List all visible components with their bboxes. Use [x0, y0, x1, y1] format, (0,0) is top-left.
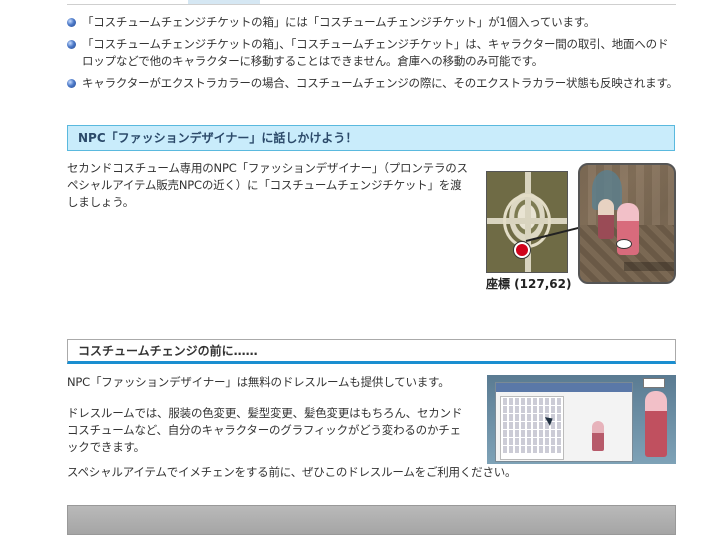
- blue-dot-icon: [67, 40, 76, 49]
- tab-bar-border: [67, 0, 676, 5]
- town-map-image: [486, 171, 568, 273]
- active-tab-fragment[interactable]: [188, 0, 260, 4]
- close-button: [643, 378, 665, 388]
- next-section-heading: [67, 505, 676, 535]
- list-item: キャラクターがエクストラカラーの場合、コスチュームチェンジの際に、そのエクストラ…: [67, 75, 679, 92]
- list-item: 「コスチュームチェンジチケットの箱」、「コスチュームチェンジチケット」は、キャラ…: [67, 36, 679, 70]
- blue-dot-icon: [67, 79, 76, 88]
- npc-instructions: セカンドコスチューム専用のNPC「ファッションデザイナー」（プロンテラのスペシャ…: [67, 161, 468, 209]
- dressroom-intro: NPC「ファッションデザイナー」は無料のドレスルームも提供しています。: [67, 375, 450, 389]
- window-titlebar: [496, 383, 632, 392]
- dressroom-recommendation: スペシャルアイテムでイメチェンをする前に、ぜひこのドレスルームをご利用ください。: [67, 465, 517, 479]
- character-sprite: [645, 391, 667, 457]
- npc-screenshot: [578, 163, 676, 284]
- npc-sprite-secondary: [598, 199, 614, 239]
- list-item-text: 「コスチュームチェンジチケットの箱」、「コスチュームチェンジチケット」は、キャラ…: [82, 37, 669, 68]
- list-item-text: キャラクターがエクストラカラーの場合、コスチュームチェンジの際に、そのエクストラ…: [82, 76, 678, 90]
- section-heading-npc: NPC「ファッションデザイナー」に話しかけよう！: [67, 125, 675, 151]
- blue-dot-icon: [67, 18, 76, 27]
- list-item-text: 「コスチュームチェンジチケットの箱」には「コスチュームチェンジチケット」が1個入…: [82, 15, 596, 29]
- list-item: 「コスチュームチェンジチケットの箱」には「コスチュームチェンジチケット」が1個入…: [67, 14, 679, 31]
- npc-name-label: [624, 262, 674, 271]
- section-heading-dressroom: コスチュームチェンジの前に……: [67, 339, 676, 364]
- location-marker-icon: [514, 242, 530, 258]
- style-list: [500, 396, 564, 460]
- dressroom-window: [495, 382, 633, 462]
- preview-character-sprite: [592, 421, 604, 451]
- notes-list: 「コスチュームチェンジチケットの箱」には「コスチュームチェンジチケット」が1個入…: [67, 14, 679, 97]
- map-coordinates: 座標 (127,62): [486, 277, 572, 291]
- dressroom-screenshot: [487, 375, 676, 464]
- speech-bubble-icon: [616, 239, 632, 249]
- dressroom-description: ドレスルームでは、服装の色変更、髪型変更、髪色変更はもちろん、セカンドコスチュー…: [67, 406, 463, 454]
